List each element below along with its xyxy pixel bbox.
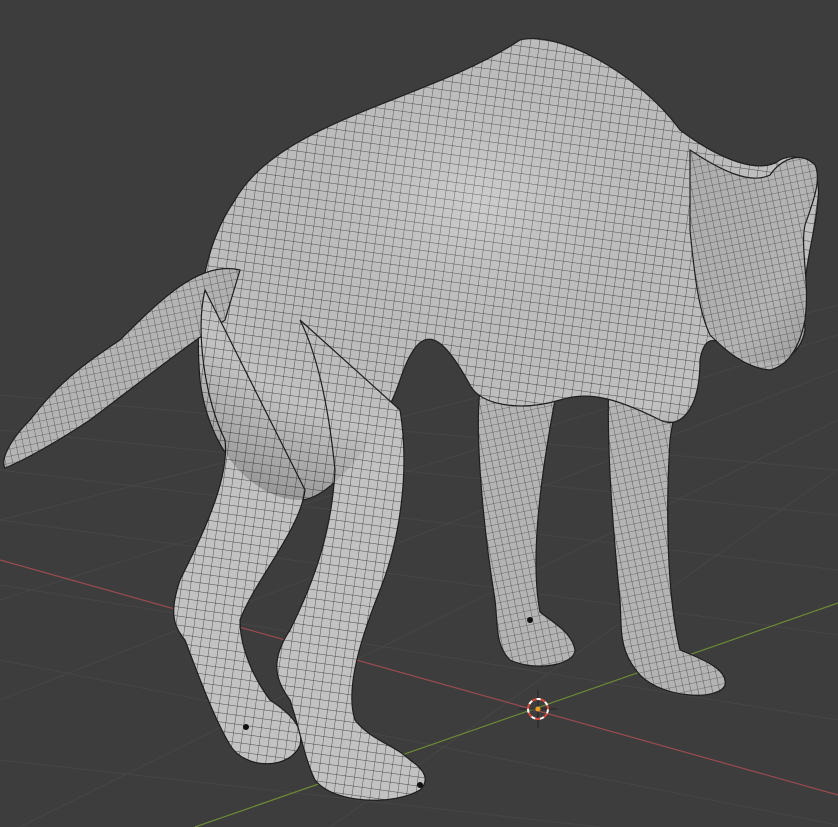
mesh-object[interactable] bbox=[3, 38, 820, 801]
back-leg-far bbox=[477, 389, 576, 667]
3d-viewport[interactable] bbox=[0, 0, 838, 827]
vertex-marker bbox=[527, 617, 533, 623]
3d-cursor[interactable] bbox=[519, 690, 557, 728]
vertex-marker bbox=[417, 782, 423, 788]
vertex-marker bbox=[243, 724, 249, 730]
